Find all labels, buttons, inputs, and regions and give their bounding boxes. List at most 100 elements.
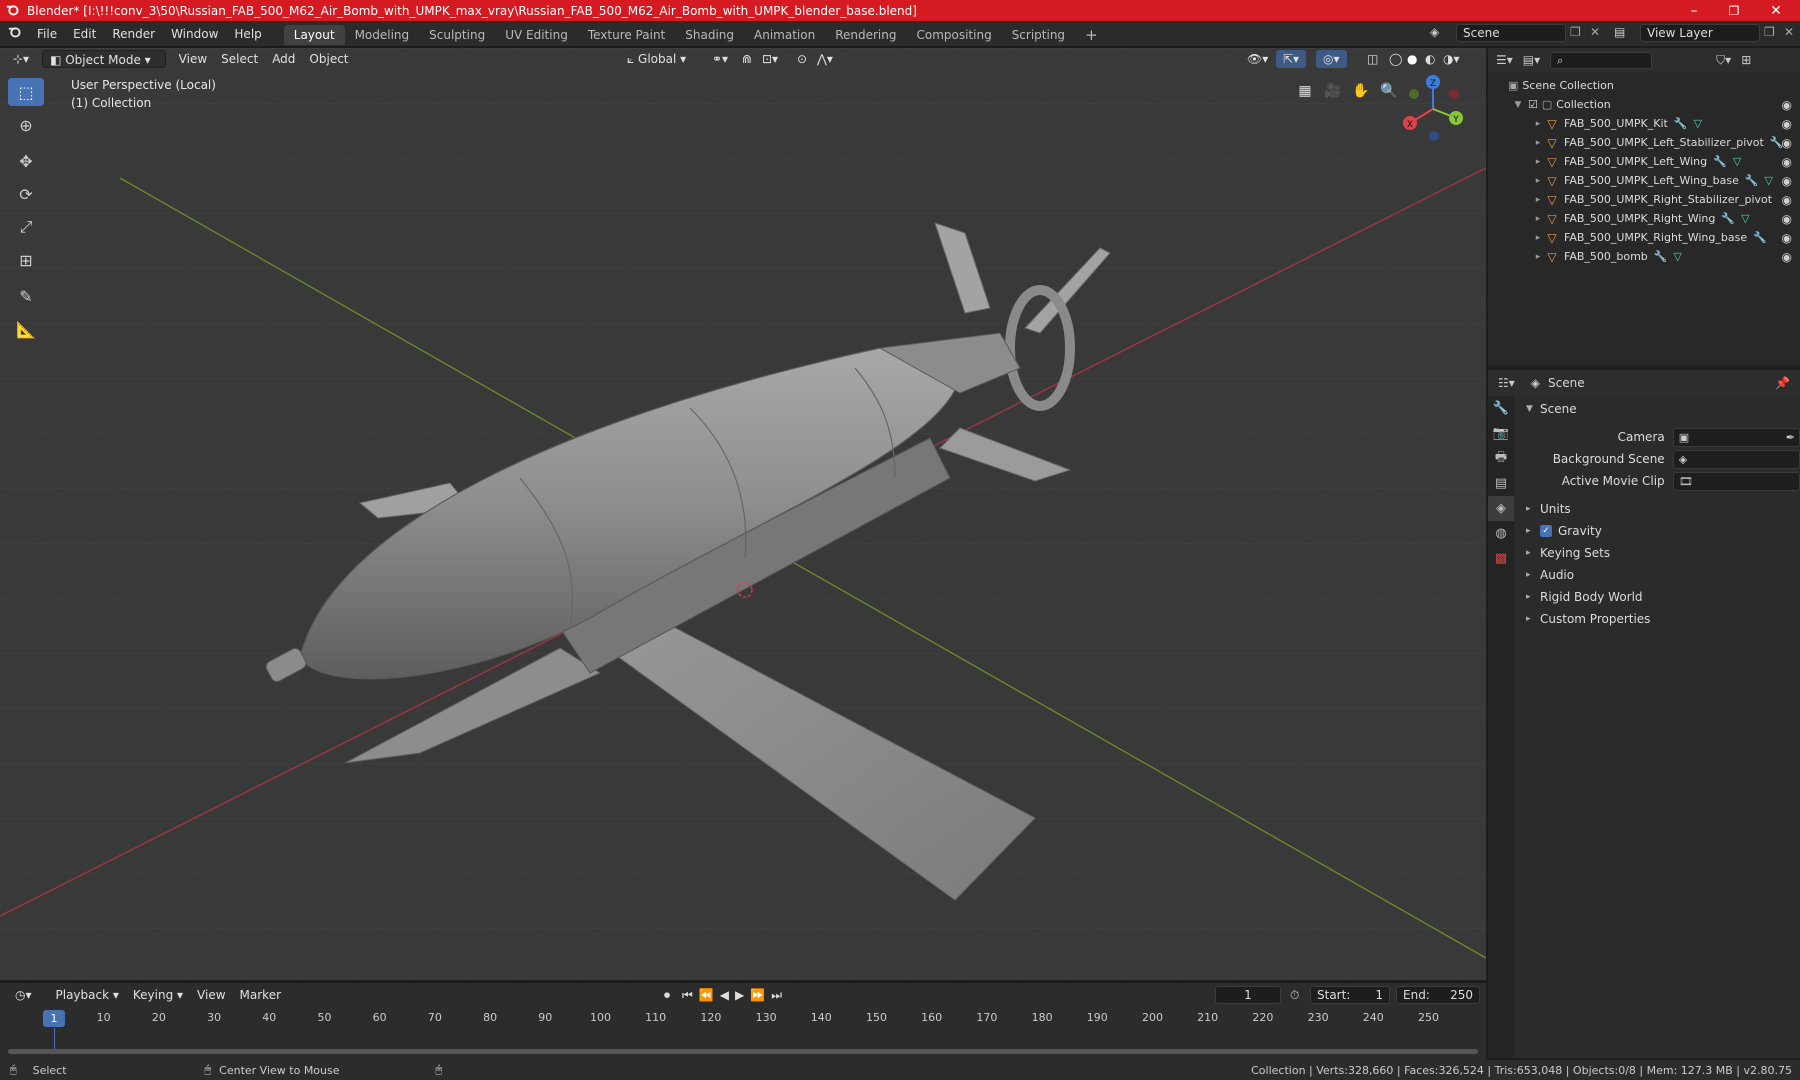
outliner-search-input[interactable]: ⌕ bbox=[1550, 51, 1653, 69]
eye-icon[interactable]: ◉ bbox=[1782, 174, 1792, 188]
scene-copy-icon[interactable]: ❐ bbox=[1570, 25, 1581, 39]
viewport-menu-view[interactable]: View bbox=[172, 50, 214, 68]
collapse-icon[interactable]: ▼ bbox=[1512, 100, 1524, 110]
gizmo-toggle-icon[interactable]: ⇱▾ bbox=[1276, 50, 1307, 68]
units-section[interactable]: ▸ Units bbox=[1516, 498, 1800, 520]
scene-selector-icon[interactable]: ◈ bbox=[1430, 25, 1439, 39]
play-icon[interactable]: ▶ bbox=[735, 988, 744, 1002]
frame-ruler[interactable]: 1 10 20 30 40 50 60 70 80 90 100 110 120 130 140 150 160… bbox=[0, 1009, 1486, 1050]
properties-editor-icon[interactable]: ☷▾ bbox=[1498, 376, 1515, 390]
camera-field[interactable]: ▣ ✒ bbox=[1672, 427, 1800, 447]
menu-file[interactable]: File bbox=[29, 21, 65, 47]
tool-tab-icon[interactable]: 🔧 bbox=[1488, 396, 1514, 421]
next-keyframe-icon[interactable]: ⏩ bbox=[750, 988, 765, 1002]
eye-icon[interactable]: ◉ bbox=[1782, 250, 1792, 264]
tab-texture-paint[interactable]: Texture Paint bbox=[578, 25, 675, 45]
viewport-menu-add[interactable]: Add bbox=[265, 50, 302, 68]
minimize-button[interactable]: – bbox=[1674, 0, 1714, 21]
view-layer-field[interactable]: View Layer bbox=[1640, 24, 1760, 42]
timeline-menu-marker[interactable]: Marker bbox=[233, 986, 288, 1004]
expand-icon[interactable]: ▸ bbox=[1532, 214, 1544, 224]
gravity-section[interactable]: ▸ ✓ Gravity bbox=[1516, 520, 1800, 542]
audio-section[interactable]: ▸ Audio bbox=[1516, 564, 1800, 586]
measure-tool-icon[interactable]: 📐 bbox=[8, 315, 44, 343]
eye-icon[interactable]: ◉ bbox=[1782, 155, 1792, 169]
maximize-button[interactable]: ❐ bbox=[1714, 0, 1754, 21]
rigid-body-world-section[interactable]: ▸ Rigid Body World bbox=[1516, 586, 1800, 608]
cursor-tool-icon[interactable]: ⊕ bbox=[8, 111, 44, 139]
tab-animation[interactable]: Animation bbox=[744, 25, 825, 45]
record-icon[interactable]: ⏺ bbox=[664, 988, 670, 1003]
tab-sculpting[interactable]: Sculpting bbox=[419, 25, 495, 45]
outliner-scene-collection[interactable]: ▣ Scene Collection bbox=[1488, 76, 1800, 95]
timeline-menu-view[interactable]: View bbox=[190, 986, 232, 1004]
expand-icon[interactable]: ▸ bbox=[1532, 138, 1544, 148]
eye-icon[interactable]: ◉ bbox=[1782, 193, 1792, 207]
eyedropper-icon[interactable]: ✒ bbox=[1786, 431, 1795, 444]
outliner-object-row[interactable]: ▸ ▽ FAB_500_UMPK_Kit 🔧 ▽ ◉ bbox=[1488, 114, 1800, 133]
viewport-menu-object[interactable]: Object bbox=[302, 50, 355, 68]
pivot-point-icon[interactable]: ⚭▾ bbox=[705, 50, 735, 68]
custom-properties-section[interactable]: ▸ Custom Properties bbox=[1516, 608, 1800, 630]
view-layer-copy-icon[interactable]: ❐ bbox=[1764, 25, 1775, 39]
overlay-toggle-icon[interactable]: ◎▾ bbox=[1316, 50, 1347, 68]
expand-icon[interactable]: ▸ bbox=[1532, 176, 1544, 186]
view-layer-icon[interactable]: ▤ bbox=[1614, 25, 1625, 39]
move-tool-icon[interactable]: ✥ bbox=[8, 147, 44, 175]
render-tab-icon[interactable]: 📷 bbox=[1488, 421, 1514, 446]
expand-icon[interactable]: ▸ bbox=[1532, 233, 1544, 243]
menu-edit[interactable]: Edit bbox=[65, 21, 104, 47]
outliner-collection[interactable]: ▼ ☑ ▢ Collection ◉ bbox=[1488, 95, 1800, 114]
tab-rendering[interactable]: Rendering bbox=[825, 25, 906, 45]
scale-tool-icon[interactable]: ⤢ bbox=[8, 213, 44, 241]
auto-keying-clock-icon[interactable]: ⏱ bbox=[1290, 988, 1299, 1003]
snap-target-icon[interactable]: ⊡▾ bbox=[755, 50, 785, 68]
scene-field[interactable]: Scene bbox=[1456, 24, 1566, 42]
pin-icon[interactable]: 📌 bbox=[1775, 376, 1790, 390]
toggle-camera-view-icon[interactable]: ▦ bbox=[1292, 78, 1318, 104]
prev-keyframe-icon[interactable]: ⏪ bbox=[699, 988, 714, 1002]
camera-view-icon[interactable]: 🎥 bbox=[1320, 78, 1346, 104]
current-frame-indicator[interactable]: 1 bbox=[43, 1010, 65, 1027]
scene-section-header[interactable]: ▼ Scene bbox=[1516, 398, 1800, 420]
keying-sets-section[interactable]: ▸ Keying Sets bbox=[1516, 542, 1800, 564]
outliner-object-row[interactable]: ▸ ▽ FAB_500_UMPK_Right_Wing 🔧 ▽ ◉ bbox=[1488, 209, 1800, 228]
tab-shading[interactable]: Shading bbox=[675, 25, 744, 45]
visibility-icon[interactable]: 👁▾ bbox=[1240, 50, 1275, 68]
timeline-menu-playback[interactable]: Playback ▾ bbox=[49, 986, 126, 1004]
output-tab-icon[interactable]: 🖶 bbox=[1488, 446, 1514, 471]
menu-window[interactable]: Window bbox=[163, 21, 226, 47]
select-box-tool-icon[interactable]: ⬚ bbox=[8, 78, 44, 106]
close-button[interactable]: ✕ bbox=[1756, 0, 1796, 21]
checkbox-icon[interactable]: ☑ bbox=[1528, 98, 1538, 111]
movie-clip-field[interactable]: 🎞 bbox=[1672, 471, 1800, 491]
navigation-gizmo[interactable]: Z X Y bbox=[1398, 74, 1468, 144]
tab-compositing[interactable]: Compositing bbox=[906, 25, 1001, 45]
world-tab-icon[interactable]: ◍ bbox=[1488, 521, 1514, 546]
start-frame-field[interactable]: Start: 1 bbox=[1310, 986, 1390, 1004]
eye-icon[interactable]: ◉ bbox=[1782, 117, 1792, 131]
transform-tool-icon[interactable]: ⊞ bbox=[8, 246, 44, 274]
transform-orientation-dropdown[interactable]: ⟀ Global ▾ bbox=[620, 50, 693, 68]
menu-help[interactable]: Help bbox=[226, 21, 269, 47]
3d-viewport[interactable]: ⊹▾ ◧ Object Mode ▾ View Select Add Objec… bbox=[0, 48, 1486, 980]
outliner-object-row[interactable]: ▸ ▽ FAB_500_UMPK_Left_Wing 🔧 ▽ ◉ bbox=[1488, 152, 1800, 171]
expand-icon[interactable]: ▸ bbox=[1532, 157, 1544, 167]
expand-icon[interactable]: ▸ bbox=[1532, 195, 1544, 205]
current-frame-field[interactable]: 1 bbox=[1215, 986, 1281, 1004]
editor-type-icon[interactable]: ⊹▾ bbox=[6, 50, 36, 68]
timeline-editor-icon[interactable]: ◷▾ bbox=[8, 986, 39, 1004]
end-frame-field[interactable]: End: 250 bbox=[1396, 986, 1480, 1004]
falloff-icon[interactable]: ⋀▾ bbox=[810, 50, 840, 68]
outliner-object-row[interactable]: ▸ ▽ FAB_500_UMPK_Right_Wing_base 🔧 ◉ bbox=[1488, 228, 1800, 247]
display-mode-icon[interactable]: ▤▾ bbox=[1523, 53, 1540, 67]
add-workspace-button[interactable]: + bbox=[1075, 25, 1108, 45]
background-scene-field[interactable]: ◈ bbox=[1672, 449, 1800, 469]
view-layer-remove-icon[interactable]: ✕ bbox=[1784, 25, 1794, 39]
jump-end-icon[interactable]: ⏭ bbox=[771, 988, 782, 1003]
scene-tab-icon[interactable]: ◈ bbox=[1488, 496, 1514, 521]
new-collection-icon[interactable]: ⊞ bbox=[1741, 53, 1751, 67]
pan-view-icon[interactable]: ✋ bbox=[1348, 78, 1374, 104]
outliner-object-row[interactable]: ▸ ▽ FAB_500_UMPK_Right_Stabilizer_pivot ◉ bbox=[1488, 190, 1800, 209]
rotate-tool-icon[interactable]: ⟳ bbox=[8, 180, 44, 208]
